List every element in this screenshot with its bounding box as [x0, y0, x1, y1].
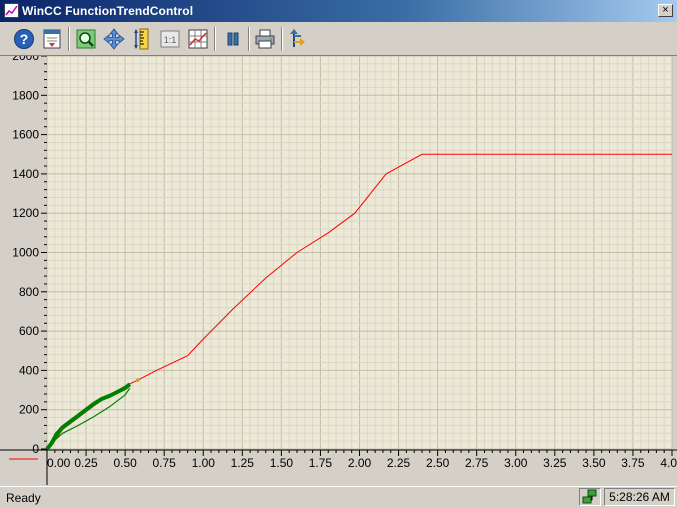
y-tick-label: 600 — [19, 324, 39, 338]
y-tick-label: 800 — [19, 285, 39, 299]
y-tick-label: 400 — [19, 363, 39, 377]
x-tick-label: 1.50 — [270, 456, 294, 470]
status-time: 5:28:26 AM — [604, 488, 675, 506]
x-tick-label: 0.00 — [47, 456, 71, 470]
x-tick-label: 2.75 — [465, 456, 489, 470]
y-tick-label: 1200 — [12, 206, 39, 220]
toolbar: ? 1:1 — [0, 22, 677, 56]
pause-button[interactable] — [221, 27, 245, 51]
x-tick-label: 1.25 — [231, 456, 255, 470]
properties-dialog-icon — [43, 29, 61, 49]
y-tick-label: 1600 — [12, 128, 39, 142]
x-tick-label: 3.00 — [504, 456, 528, 470]
y-tick-label: 1000 — [12, 246, 39, 260]
configure-button[interactable] — [40, 27, 64, 51]
x-tick-label: 2.50 — [426, 456, 450, 470]
toolbar-separator — [68, 27, 70, 51]
zoom-area-button[interactable] — [74, 27, 98, 51]
print-button[interactable] — [253, 27, 277, 51]
svg-text:?: ? — [20, 31, 29, 47]
close-icon: × — [662, 4, 669, 16]
y-tick-label: 200 — [19, 403, 39, 417]
ruler-icon — [134, 28, 149, 50]
x-tick-label: 1.00 — [192, 456, 216, 470]
original-view-button[interactable]: 1:1 — [158, 27, 182, 51]
connection-icon — [290, 29, 305, 47]
y-tick-label: 1800 — [12, 88, 39, 102]
x-tick-label: 4.00 — [660, 456, 677, 470]
function-trend-chart[interactable]: 0 200 400 600 800 1000 1200 1400 1600 1800 2000 0.… — [0, 49, 677, 485]
help-button[interactable]: ? — [12, 27, 36, 51]
y-tick-label: 1400 — [12, 167, 39, 181]
svg-text:1:1: 1:1 — [164, 35, 177, 45]
toolbar-separator — [214, 27, 216, 51]
connection-status-icon[interactable] — [579, 488, 601, 506]
x-tick-label: 1.75 — [309, 456, 333, 470]
trend-view: 0 200 400 600 800 1000 1200 1400 1600 1800 2000 0.… — [0, 49, 677, 485]
one-to-one-icon: 1:1 — [160, 30, 180, 48]
x-tick-label: 2.00 — [348, 456, 372, 470]
trend-point-marker — [135, 378, 140, 383]
zoom-area-icon — [76, 29, 96, 49]
status-text: Ready — [6, 491, 41, 505]
y-tick-label: 2000 — [12, 56, 39, 63]
select-data-icon — [188, 29, 208, 49]
x-tick-label: 0.25 — [74, 456, 98, 470]
select-connection-button[interactable] — [286, 27, 310, 51]
toolbar-separator — [248, 27, 250, 51]
move-icon — [103, 28, 125, 50]
x-tick-label: 3.25 — [543, 456, 567, 470]
app-trend-icon — [4, 3, 19, 18]
title-bar: WinCC FunctionTrendControl × — [0, 0, 677, 22]
printer-icon — [255, 29, 275, 49]
x-tick-label: 0.75 — [153, 456, 177, 470]
close-button[interactable]: × — [658, 4, 673, 17]
network-connection-icon — [582, 489, 597, 504]
ruler-button[interactable] — [130, 27, 154, 51]
x-tick-label: 0.50 — [113, 456, 137, 470]
x-tick-label: 3.75 — [621, 456, 645, 470]
status-bar: Ready 5:28:26 AM — [0, 486, 677, 508]
move-curve-button[interactable] — [102, 27, 126, 51]
select-data-button[interactable] — [186, 27, 210, 51]
x-tick-label: 2.25 — [387, 456, 411, 470]
window-title: WinCC FunctionTrendControl — [22, 4, 194, 18]
x-tick-label: 3.50 — [582, 456, 606, 470]
grid — [46, 55, 673, 450]
y-tick-label: 0 — [32, 442, 39, 456]
pause-icon — [227, 32, 239, 46]
toolbar-separator — [281, 27, 283, 51]
help-icon: ? — [14, 29, 34, 49]
